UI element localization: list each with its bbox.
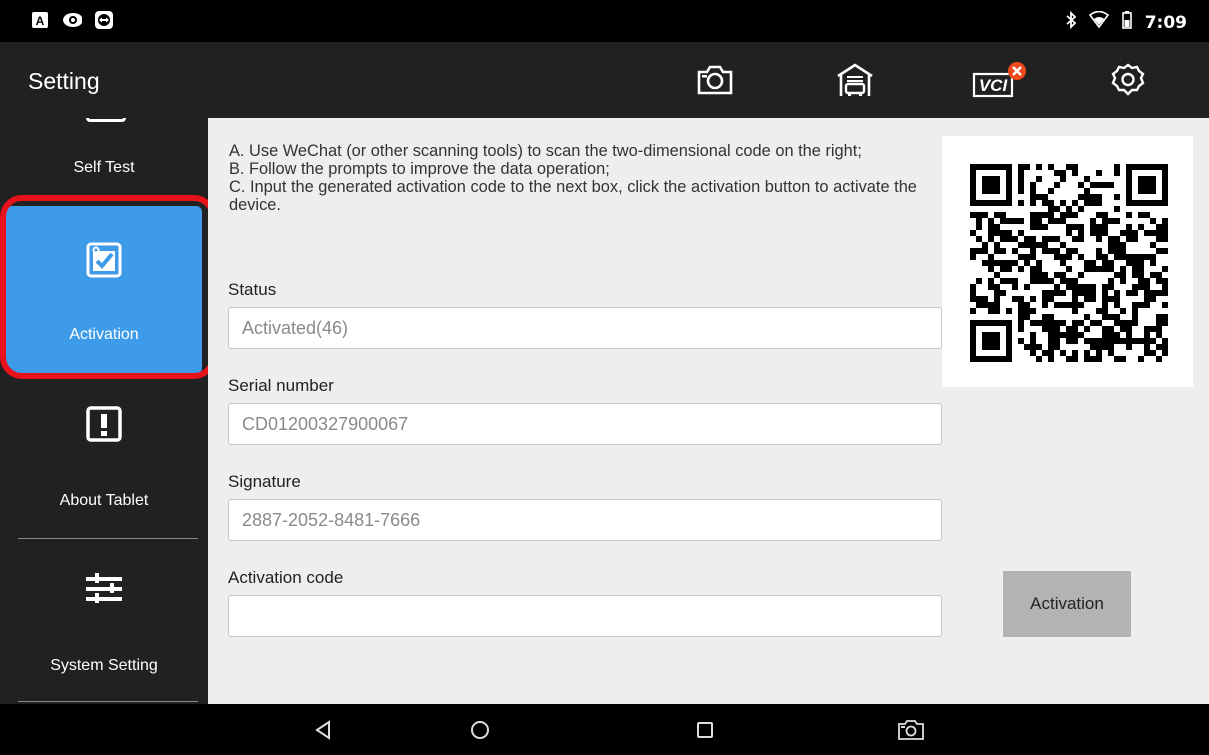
teamviewer-icon [94, 10, 114, 30]
a-notification-icon: A [30, 10, 50, 30]
signature-label: Signature [228, 472, 301, 491]
exclamation-icon [86, 406, 122, 442]
garage-icon [837, 63, 873, 96]
sidebar-item-label: About Tablet [59, 492, 149, 509]
sidebar-item-activation[interactable]: Activation [6, 206, 202, 374]
signature-field[interactable] [228, 499, 942, 541]
navigation-bar [0, 704, 1209, 755]
sidebar-item-label: System Setting [50, 657, 158, 674]
instructions-text: A. Use WeChat (or other scanning tools) … [229, 142, 917, 214]
settings-button[interactable] [1106, 60, 1150, 100]
status-right-icons: 7:09 [1065, 10, 1187, 35]
screenshot-icon [898, 720, 924, 740]
status-bar: A 7:09 [0, 0, 1209, 42]
status-field[interactable] [228, 307, 942, 349]
screenshot-button[interactable] [896, 717, 926, 743]
sidebar: Self Test Activation About Tablet System… [0, 118, 208, 704]
back-icon [315, 720, 330, 740]
status-left-icons: A [30, 10, 114, 30]
eye-icon [62, 10, 82, 30]
main-content: A. Use WeChat (or other scanning tools) … [208, 118, 1209, 704]
sidebar-item-label: Activation [69, 326, 139, 343]
garage-button[interactable] [833, 60, 877, 100]
bluetooth-icon [1065, 10, 1077, 34]
recents-icon [697, 722, 713, 738]
vci-button[interactable]: VCI [970, 60, 1028, 100]
svg-text:VCI: VCI [979, 76, 1009, 95]
activation-button[interactable]: Activation [1003, 571, 1131, 637]
activation-code-label: Activation code [228, 568, 344, 587]
sidebar-item-about-tablet[interactable]: About Tablet [0, 380, 208, 538]
app-bar: Setting VCI [0, 42, 1209, 118]
back-button[interactable] [308, 717, 338, 743]
recents-button[interactable] [690, 717, 720, 743]
settings-gear-icon [1111, 63, 1145, 96]
home-icon [471, 721, 489, 739]
sidebar-item-label: Self Test [73, 159, 135, 176]
activation-check-icon [86, 242, 122, 278]
home-button[interactable] [465, 717, 495, 743]
battery-icon [1121, 10, 1133, 35]
screenshot-camera-icon [697, 65, 733, 95]
divider [18, 701, 198, 702]
qr-code [942, 136, 1193, 387]
screenshot-camera-button[interactable] [693, 60, 737, 100]
clock: 7:09 [1144, 12, 1187, 33]
status-label: Status [228, 280, 277, 299]
divider [18, 200, 198, 201]
wifi-icon [1088, 10, 1109, 34]
serial-number-label: Serial number [228, 376, 334, 395]
sliders-icon [86, 573, 122, 603]
vci-icon: VCI [972, 62, 1026, 98]
qr-code-image [970, 164, 1168, 362]
activation-code-field[interactable] [228, 595, 942, 637]
page-title: Setting [28, 68, 100, 94]
sidebar-item-system-setting[interactable]: System Setting [0, 539, 208, 704]
serial-number-field[interactable] [228, 403, 942, 445]
sidebar-item-self-test[interactable]: Self Test [0, 118, 208, 200]
svg-text:A: A [36, 14, 45, 28]
